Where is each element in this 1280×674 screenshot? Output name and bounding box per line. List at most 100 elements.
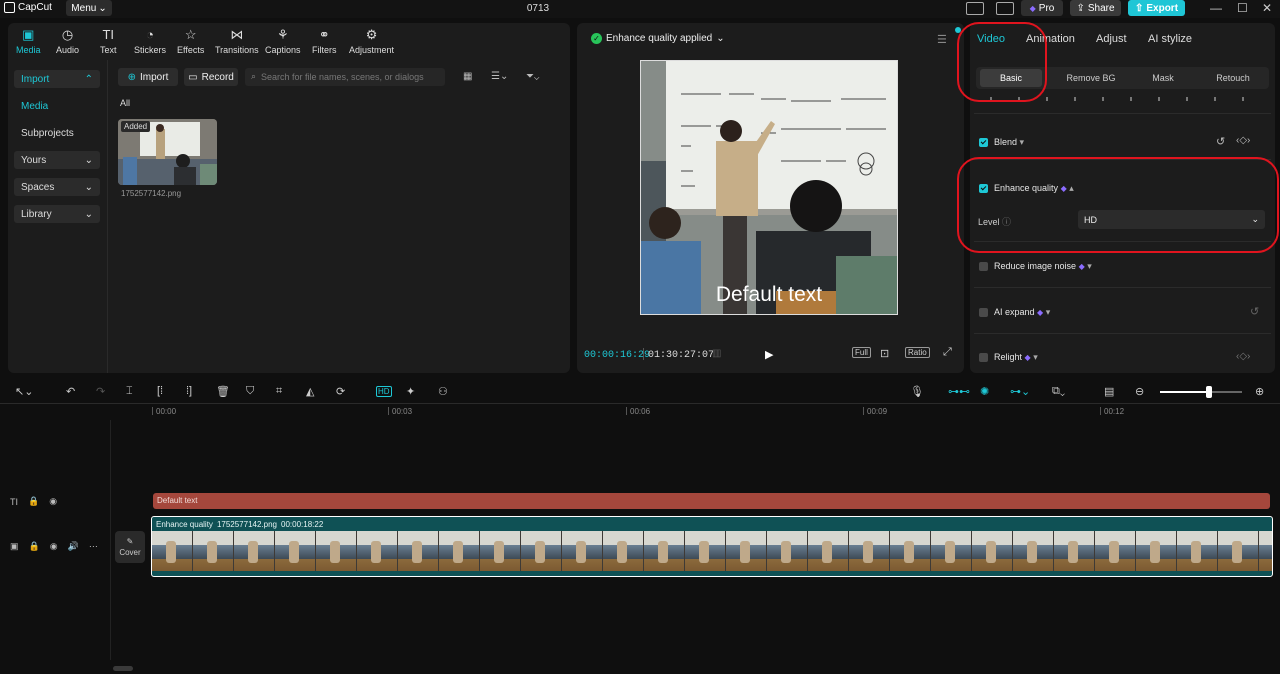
overlay-text[interactable]: Default text xyxy=(641,283,897,307)
audio-icon[interactable]: 🔊 xyxy=(68,541,79,552)
tab-audio[interactable]: ◷ Audio xyxy=(56,27,79,55)
subtitle-icon[interactable]: ▤ xyxy=(1104,385,1114,398)
delete-icon[interactable]: 🗑 xyxy=(216,385,230,398)
ai-expand-label[interactable]: AI expand ◆ ▾ xyxy=(994,307,1050,318)
rotate-icon[interactable]: ⟳ xyxy=(336,385,345,398)
video-clip[interactable]: Enhance quality 1752577142.png 00:00:18:… xyxy=(151,516,1273,577)
total-timecode: 01:30:27:07 xyxy=(648,350,715,361)
grid-view-icon[interactable]: ▦ xyxy=(463,71,472,82)
mirror-icon[interactable]: ◭ xyxy=(306,385,314,398)
split-left-icon[interactable]: [⁞ xyxy=(157,385,163,397)
tab-captions-label: Captions xyxy=(265,45,301,55)
layout-icon[interactable] xyxy=(966,2,984,15)
preview-canvas[interactable]: Default text xyxy=(640,60,898,315)
share-button[interactable]: ⇪ Share xyxy=(1070,0,1121,16)
relight-label[interactable]: Relight ◆ ▾ xyxy=(994,352,1038,363)
sidebar-item-subprojects[interactable]: Subprojects xyxy=(14,124,100,142)
keyboard-icon[interactable] xyxy=(996,2,1014,15)
blend-checkbox[interactable] xyxy=(979,138,988,147)
lock-icon[interactable]: 🔒 xyxy=(29,541,40,552)
full-button[interactable]: Full xyxy=(852,347,871,358)
eye-icon[interactable]: ◉ xyxy=(49,496,57,507)
reset-icon[interactable]: ↺ xyxy=(1216,135,1225,148)
ai-expand-checkbox[interactable] xyxy=(979,308,988,317)
crop-icon[interactable]: ⌗ xyxy=(276,385,282,398)
subtab-retouch[interactable]: Retouch xyxy=(1198,69,1268,87)
subtab-remove-bg[interactable]: Remove BG xyxy=(1054,69,1128,87)
text-track-header: TI 🔒 ◉ xyxy=(10,496,57,507)
sidebar-item-library[interactable]: Library ⌄ xyxy=(14,205,100,223)
tab-stickers[interactable]: ◔ Stickers xyxy=(134,27,166,55)
import-label: Import xyxy=(140,71,169,83)
preview-axis-icon[interactable]: ⧉⌄ xyxy=(1052,385,1065,398)
sidebar-item-media[interactable]: Media xyxy=(14,97,100,115)
tab-adjust[interactable]: Adjust xyxy=(1096,33,1127,45)
subtab-mask[interactable]: Mask xyxy=(1130,69,1196,87)
tab-text[interactable]: TI Text xyxy=(100,27,117,55)
sidebar-item-label: Spaces xyxy=(21,181,55,193)
maximize-icon[interactable]: ☐ xyxy=(1237,1,1248,15)
ratio-button[interactable]: Ratio xyxy=(905,347,930,358)
ruler-tick xyxy=(863,407,864,415)
timeline-grid-icon[interactable]: ▥ xyxy=(712,348,721,359)
video-track-header: ▣ 🔒 ◉ 🔊 ⋯ xyxy=(10,541,98,552)
hd-badge-icon[interactable]: HD xyxy=(376,386,392,397)
magic-wand-icon[interactable]: ✦ xyxy=(406,385,415,398)
export-button[interactable]: ⇧ Export xyxy=(1128,0,1185,16)
split-icon[interactable]: ⌶ xyxy=(126,385,133,398)
eye-icon[interactable]: ◉ xyxy=(50,541,58,552)
import-button[interactable]: ⊕ Import xyxy=(118,68,178,86)
sidebar-item-yours[interactable]: Yours ⌄ xyxy=(14,151,100,169)
filmstrip-frame xyxy=(357,531,398,571)
zoom-in-icon[interactable]: ⊕ xyxy=(1255,385,1264,398)
snap-icon[interactable]: ⊶⌄ xyxy=(1010,385,1030,398)
hamburger-icon[interactable]: ☰ xyxy=(937,33,947,46)
reset-icon[interactable]: ↺ xyxy=(1250,305,1259,318)
tab-effects[interactable]: ☆ Effects xyxy=(177,27,204,55)
ai-person-icon[interactable]: ⚇ xyxy=(438,385,448,398)
blend-label[interactable]: Blend ▾ xyxy=(994,137,1024,148)
reduce-noise-label[interactable]: Reduce image noise ◆ ▾ xyxy=(994,261,1092,272)
relight-checkbox[interactable] xyxy=(979,353,988,362)
timeline-ruler[interactable]: 00:00 00:03 00:06 00:09 00:12 xyxy=(152,405,1272,417)
player-status[interactable]: ✓ Enhance quality applied ⌄ xyxy=(591,33,725,44)
tab-filters-label: Filters xyxy=(312,45,337,55)
tab-adjustment[interactable]: ⚙ Adjustment xyxy=(349,27,394,55)
pro-button[interactable]: ◆ Pro xyxy=(1021,0,1063,16)
cover-button[interactable]: ✎ Cover xyxy=(115,531,145,563)
tab-media[interactable]: ▣ Media xyxy=(16,27,41,55)
keyframe-icon[interactable]: ‹◇› xyxy=(1236,135,1250,146)
record-button[interactable]: ▭ Record xyxy=(184,68,238,86)
tab-ai-stylize[interactable]: AI stylize xyxy=(1148,33,1192,45)
reduce-noise-checkbox[interactable] xyxy=(979,262,988,271)
zoom-slider-handle[interactable] xyxy=(1206,386,1212,398)
tab-filters[interactable]: ⚭ Filters xyxy=(312,27,337,55)
sidebar-item-import[interactable]: Import ⌃ xyxy=(14,70,100,88)
timeline-scrollbar[interactable] xyxy=(113,666,133,671)
tab-captions[interactable]: ⚘ Captions xyxy=(265,27,301,55)
play-icon[interactable]: ▶ xyxy=(765,348,773,361)
minimize-icon[interactable]: — xyxy=(1210,1,1222,15)
keyframe-icon[interactable]: ‹◇› xyxy=(1236,351,1250,362)
microphone-icon[interactable]: 🎙 xyxy=(910,385,924,398)
search-input[interactable]: Search for file names, scenes, or dialog… xyxy=(245,68,445,86)
select-tool-icon[interactable]: ↖⌄ xyxy=(15,385,33,398)
link-clips-icon[interactable]: ⊶⊷ xyxy=(948,385,970,398)
close-icon[interactable]: ✕ xyxy=(1262,1,1272,15)
tab-transitions[interactable]: ⋈ Transitions xyxy=(215,27,259,55)
shield-icon[interactable]: ⛉ xyxy=(246,385,254,398)
sidebar-item-spaces[interactable]: Spaces ⌄ xyxy=(14,178,100,196)
more-icon[interactable]: ⋯ xyxy=(89,541,98,552)
fullscreen-icon[interactable]: ⤢ xyxy=(943,346,952,359)
fit-icon[interactable]: ⊡ xyxy=(880,347,889,360)
filter-icon[interactable]: ⏷⌄ xyxy=(526,71,539,82)
sort-icon[interactable]: ☰⌄ xyxy=(491,71,508,82)
redo-icon[interactable]: ↷ xyxy=(96,385,105,398)
undo-icon[interactable]: ↶ xyxy=(66,385,75,398)
zoom-out-icon[interactable]: ⊖ xyxy=(1135,385,1144,398)
magnet-icon[interactable]: ✺ xyxy=(980,385,989,398)
lock-icon[interactable]: 🔒 xyxy=(28,496,39,507)
tab-media-label: Media xyxy=(16,45,41,55)
text-clip[interactable]: Default text xyxy=(153,493,1270,509)
split-right-icon[interactable]: ⁞] xyxy=(186,385,192,397)
